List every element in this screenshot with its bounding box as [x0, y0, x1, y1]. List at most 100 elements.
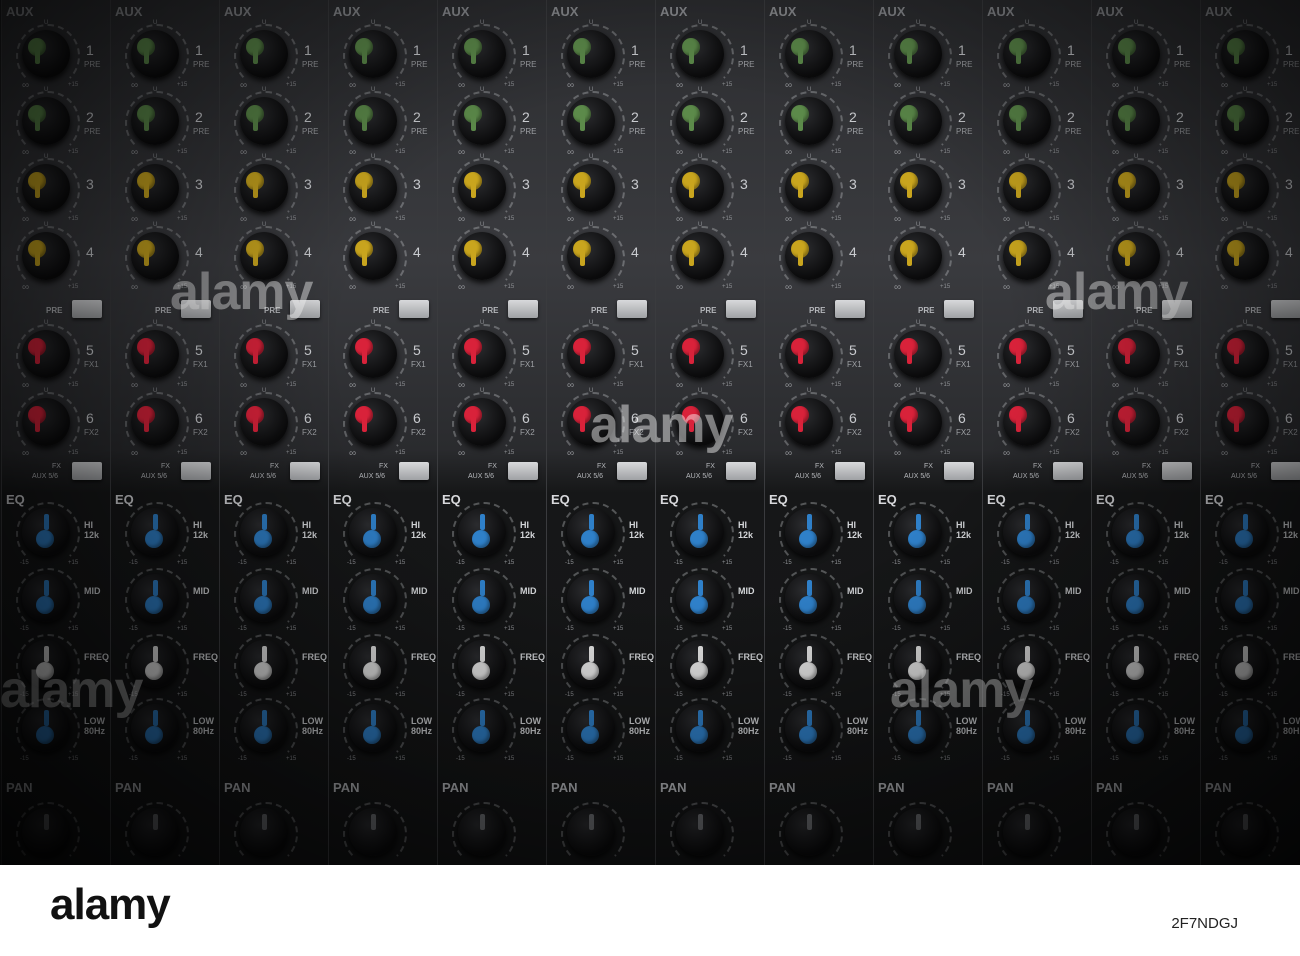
- aux-knob[interactable]: [349, 30, 397, 78]
- aux-knob[interactable]: [22, 330, 70, 378]
- aux-knob[interactable]: [240, 398, 288, 446]
- fx-aux-button[interactable]: [1162, 462, 1192, 480]
- aux-knob[interactable]: [131, 30, 179, 78]
- aux-knob[interactable]: [349, 232, 397, 280]
- aux-knob[interactable]: [349, 398, 397, 446]
- pan-knob[interactable]: [1221, 808, 1269, 856]
- aux-knob[interactable]: [785, 97, 833, 145]
- aux-knob[interactable]: [1221, 164, 1269, 212]
- eq-knob[interactable]: [131, 574, 179, 622]
- eq-knob[interactable]: [1003, 508, 1051, 556]
- aux-knob[interactable]: [240, 97, 288, 145]
- aux-knob[interactable]: [567, 330, 615, 378]
- eq-knob[interactable]: [240, 574, 288, 622]
- fx-aux-button[interactable]: [181, 462, 211, 480]
- aux-knob[interactable]: [458, 398, 506, 446]
- aux-knob[interactable]: [894, 232, 942, 280]
- aux-knob[interactable]: [349, 97, 397, 145]
- pan-knob[interactable]: [1112, 808, 1160, 856]
- aux-knob[interactable]: [1112, 30, 1160, 78]
- eq-knob[interactable]: [785, 508, 833, 556]
- eq-knob[interactable]: [458, 640, 506, 688]
- aux-knob[interactable]: [676, 232, 724, 280]
- aux-knob[interactable]: [785, 330, 833, 378]
- aux-knob[interactable]: [1003, 97, 1051, 145]
- fx-aux-button[interactable]: [508, 462, 538, 480]
- eq-knob[interactable]: [349, 574, 397, 622]
- aux-knob[interactable]: [349, 330, 397, 378]
- eq-knob[interactable]: [349, 508, 397, 556]
- pan-knob[interactable]: [131, 808, 179, 856]
- aux-knob[interactable]: [1221, 97, 1269, 145]
- aux-knob[interactable]: [458, 330, 506, 378]
- aux-knob[interactable]: [458, 164, 506, 212]
- eq-knob[interactable]: [567, 704, 615, 752]
- aux-knob[interactable]: [1003, 398, 1051, 446]
- pre-button[interactable]: [399, 300, 429, 318]
- fx-aux-button[interactable]: [72, 462, 102, 480]
- aux-knob[interactable]: [458, 30, 506, 78]
- aux-knob[interactable]: [131, 398, 179, 446]
- pre-button[interactable]: [72, 300, 102, 318]
- aux-knob[interactable]: [785, 164, 833, 212]
- pre-button[interactable]: [835, 300, 865, 318]
- aux-knob[interactable]: [22, 232, 70, 280]
- aux-knob[interactable]: [22, 164, 70, 212]
- eq-knob[interactable]: [676, 704, 724, 752]
- aux-knob[interactable]: [131, 97, 179, 145]
- aux-knob[interactable]: [22, 398, 70, 446]
- aux-knob[interactable]: [1221, 330, 1269, 378]
- eq-knob[interactable]: [22, 574, 70, 622]
- pan-knob[interactable]: [22, 808, 70, 856]
- eq-knob[interactable]: [458, 508, 506, 556]
- eq-knob[interactable]: [1003, 574, 1051, 622]
- fx-aux-button[interactable]: [1271, 462, 1300, 480]
- aux-knob[interactable]: [567, 232, 615, 280]
- aux-knob[interactable]: [676, 330, 724, 378]
- eq-knob[interactable]: [567, 640, 615, 688]
- pan-knob[interactable]: [785, 808, 833, 856]
- aux-knob[interactable]: [894, 398, 942, 446]
- eq-knob[interactable]: [567, 508, 615, 556]
- aux-knob[interactable]: [894, 97, 942, 145]
- aux-knob[interactable]: [785, 232, 833, 280]
- eq-knob[interactable]: [676, 574, 724, 622]
- fx-aux-button[interactable]: [399, 462, 429, 480]
- eq-knob[interactable]: [785, 640, 833, 688]
- eq-knob[interactable]: [349, 704, 397, 752]
- eq-knob[interactable]: [1221, 640, 1269, 688]
- pan-knob[interactable]: [1003, 808, 1051, 856]
- fx-aux-button[interactable]: [944, 462, 974, 480]
- aux-knob[interactable]: [1003, 232, 1051, 280]
- pre-button[interactable]: [1271, 300, 1300, 318]
- eq-knob[interactable]: [1112, 640, 1160, 688]
- aux-knob[interactable]: [894, 164, 942, 212]
- pan-knob[interactable]: [676, 808, 724, 856]
- eq-knob[interactable]: [458, 704, 506, 752]
- eq-knob[interactable]: [1112, 574, 1160, 622]
- eq-knob[interactable]: [676, 508, 724, 556]
- aux-knob[interactable]: [240, 30, 288, 78]
- aux-knob[interactable]: [1221, 30, 1269, 78]
- aux-knob[interactable]: [676, 30, 724, 78]
- aux-knob[interactable]: [349, 164, 397, 212]
- aux-knob[interactable]: [785, 398, 833, 446]
- fx-aux-button[interactable]: [1053, 462, 1083, 480]
- aux-knob[interactable]: [22, 97, 70, 145]
- pan-knob[interactable]: [349, 808, 397, 856]
- aux-knob[interactable]: [676, 97, 724, 145]
- fx-aux-button[interactable]: [617, 462, 647, 480]
- aux-knob[interactable]: [240, 330, 288, 378]
- pan-knob[interactable]: [894, 808, 942, 856]
- aux-knob[interactable]: [894, 330, 942, 378]
- aux-knob[interactable]: [458, 232, 506, 280]
- pre-button[interactable]: [726, 300, 756, 318]
- aux-knob[interactable]: [676, 164, 724, 212]
- aux-knob[interactable]: [1003, 30, 1051, 78]
- eq-knob[interactable]: [1112, 508, 1160, 556]
- pre-button[interactable]: [944, 300, 974, 318]
- aux-knob[interactable]: [240, 164, 288, 212]
- eq-knob[interactable]: [1221, 508, 1269, 556]
- fx-aux-button[interactable]: [835, 462, 865, 480]
- fx-aux-button[interactable]: [290, 462, 320, 480]
